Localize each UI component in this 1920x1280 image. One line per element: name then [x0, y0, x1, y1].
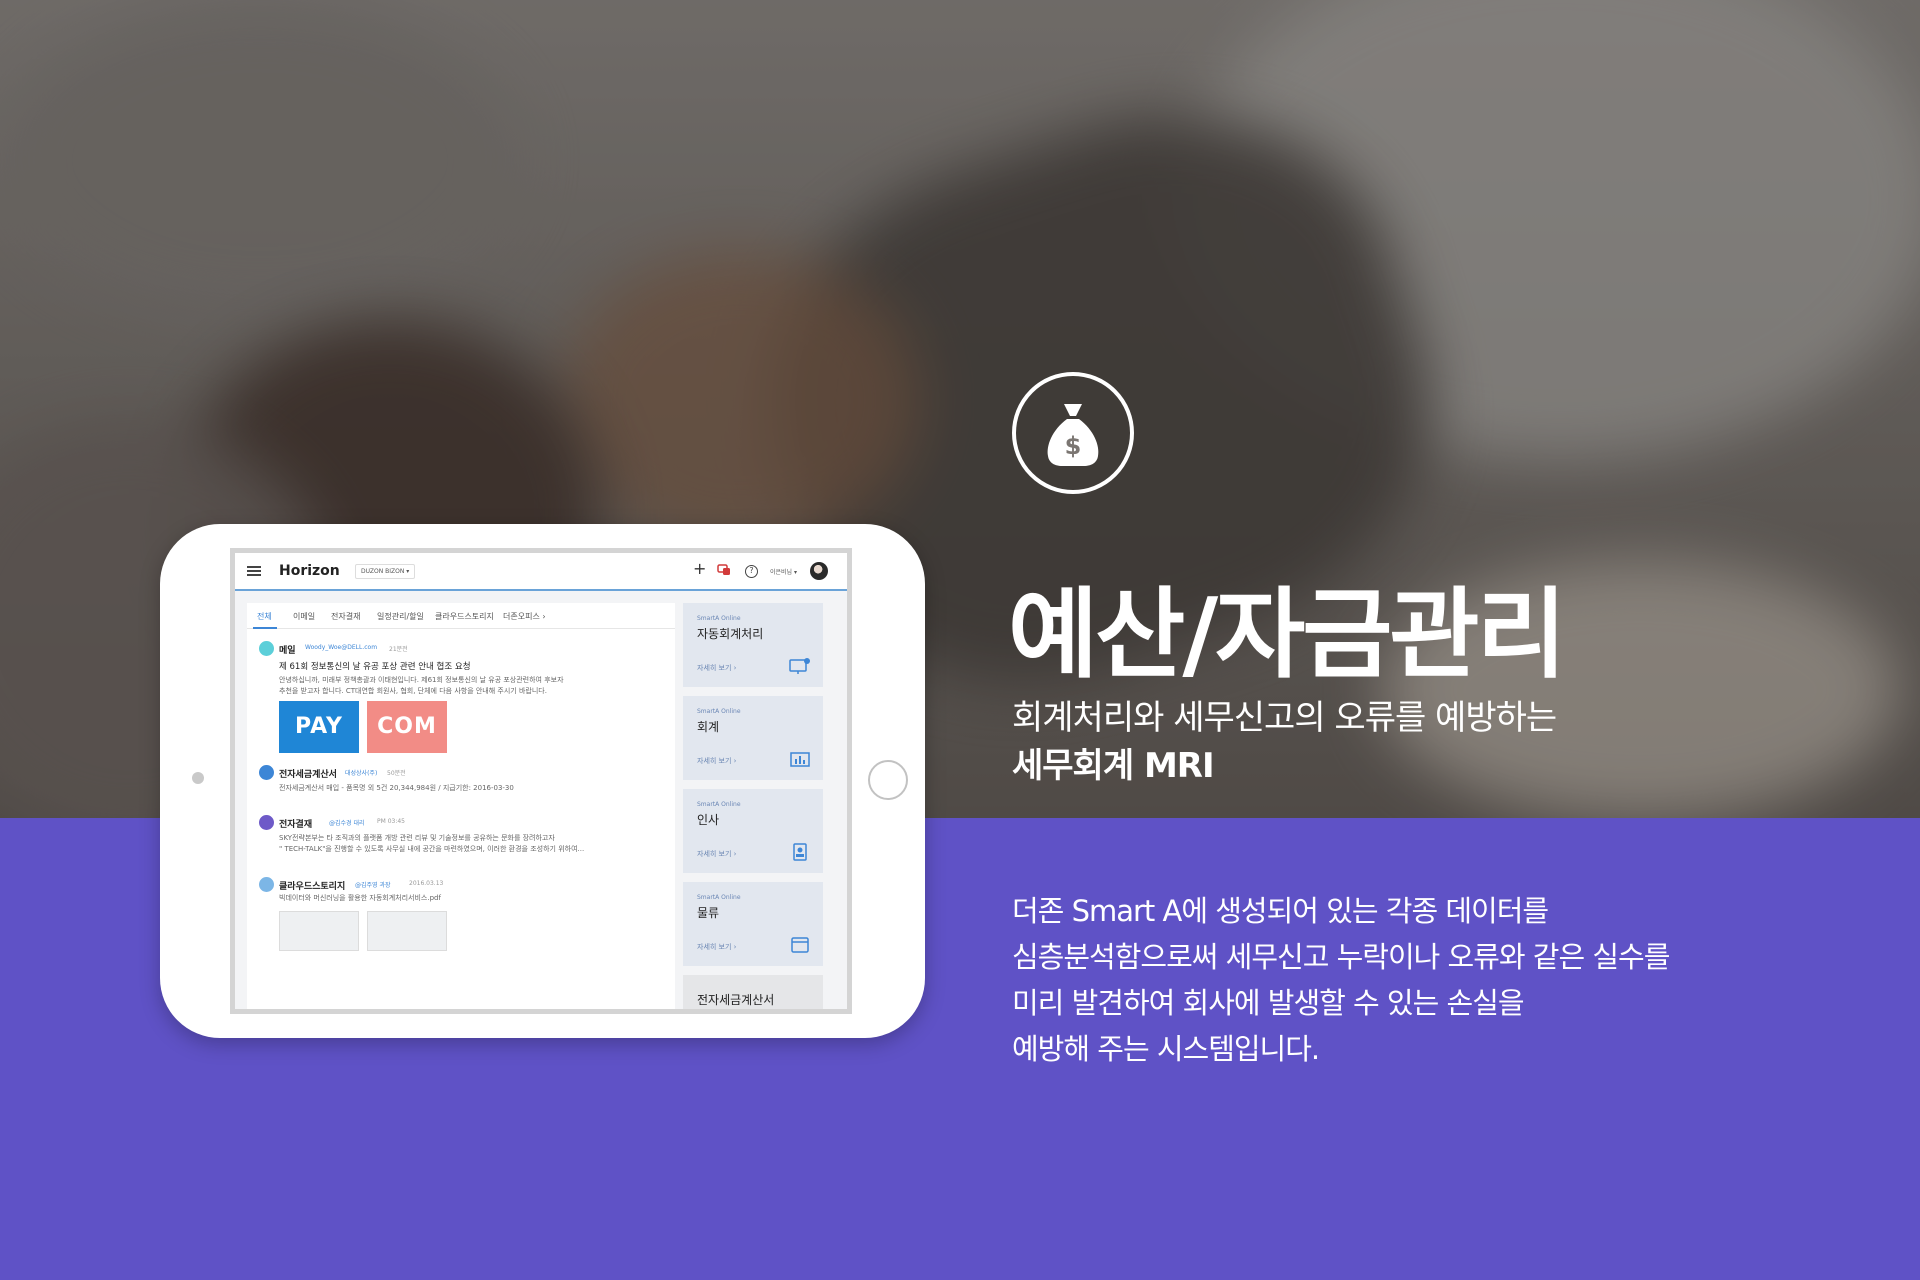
tab-cloud-storage[interactable]: 클라우드스토리지	[435, 611, 494, 622]
tablet-home-button	[868, 760, 908, 800]
feed-item-title: 메일	[279, 646, 296, 656]
feed-tabs: 전체 이메일 전자결재 일정관리/할일 클라우드스토리지 더존오피스 ›	[247, 603, 675, 629]
user-menu[interactable]: 이은비님 ▾	[770, 567, 797, 576]
feed-item-sender[interactable]: Woody_Woe@DELL.com	[305, 644, 377, 651]
mail-icon	[259, 641, 274, 656]
feed-item-title: 전자세금계산서	[279, 770, 337, 780]
cloud-icon	[259, 877, 274, 892]
feed-item-attachment-name[interactable]: 빅데이터와 머신러닝을 활용한 자동회계처리서비스.pdf	[279, 893, 441, 903]
active-tab-indicator	[253, 627, 277, 629]
card-accounting[interactable]: SmartA Online 회계 자세히 보기 ›	[683, 696, 823, 780]
card-detail-link[interactable]: 자세히 보기 ›	[697, 942, 736, 952]
tab-approval[interactable]: 전자결재	[331, 611, 360, 622]
avatar[interactable]	[810, 562, 828, 580]
tab-all[interactable]: 전체	[257, 611, 272, 622]
id-badge-icon	[793, 843, 807, 861]
attachment-thumbnail-com[interactable]: COM	[367, 701, 447, 753]
card-title: 전자세금계산서	[697, 993, 775, 1007]
description: 더존 Smart A에 생성되어 있는 각종 데이터를 심층분석함으로써 세무신…	[1012, 888, 1732, 1072]
feed-item-cloud-storage[interactable]: 클라우드스토리지 @김주영 과장 2016.03.13 빅데이터와 머신러닝을 …	[259, 877, 669, 997]
svg-text:$: $	[1065, 432, 1082, 460]
feed-item-tax-invoice[interactable]: 전자세금계산서 대성상사(주) 50분전 전자세금계산서 매입 - 품목명 외 …	[259, 765, 669, 801]
attachment-preview[interactable]	[279, 911, 359, 951]
bar-chart-icon	[790, 752, 810, 767]
card-auto-accounting[interactable]: SmartA Online 자동회계처리 자세히 보기 ›	[683, 603, 823, 687]
card-detail-link[interactable]: 자세히 보기 ›	[697, 663, 736, 673]
monitor-gear-icon	[789, 658, 810, 674]
tablet-camera	[192, 772, 204, 784]
subtitle-line-2: 세무회계 MRI	[1012, 746, 1215, 786]
card-kicker: SmartA Online	[697, 801, 741, 808]
card-tax-invoice[interactable]: 전자세금계산서	[683, 975, 823, 1009]
card-title: 회계	[697, 720, 720, 734]
page-title: 예산/자금관리	[1008, 578, 1567, 692]
tab-email[interactable]: 이메일	[293, 611, 315, 622]
app-topbar: Horizon DUZON BIZON ▾ + ? 이은비님 ▾	[235, 553, 847, 591]
box-icon	[791, 937, 809, 953]
description-line: 예방해 주는 시스템입니다.	[1012, 1032, 1320, 1066]
help-icon[interactable]: ?	[745, 565, 758, 578]
tab-schedule[interactable]: 일정관리/할일	[377, 611, 424, 622]
feed-item-sender[interactable]: 대성상사(주)	[345, 768, 377, 777]
card-detail-link[interactable]: 자세히 보기 ›	[697, 849, 736, 859]
feed-item-body: " TECH-TALK"을 진행할 수 있도록 사무실 내에 공간을 마련하였으…	[279, 845, 585, 853]
feed-item-time: 2016.03.13	[409, 880, 444, 887]
feed-item-approval[interactable]: 전자결재 @김수경 대리 PM 03:45 SKY전략본부는 타 조직과의 플랫…	[259, 815, 669, 863]
hamburger-menu-icon[interactable]	[247, 566, 261, 576]
description-line: 미리 발견하여 회사에 발생할 수 있는 손실을	[1012, 986, 1525, 1020]
feed-item-body: SKY전략본부는 타 조직과의 플랫폼 개방 관련 리뷰 및 기술정보를 공유하…	[279, 834, 555, 842]
feed-item-sender[interactable]: @김주영 과장	[355, 880, 391, 889]
description-line: 심층분석함으로써 세무신고 누락이나 오류와 같은 실수를	[1012, 940, 1670, 974]
card-hr[interactable]: SmartA Online 인사 자세히 보기 ›	[683, 789, 823, 873]
feed-item-sender[interactable]: @김수경 대리	[329, 818, 365, 827]
notification-icon[interactable]	[717, 564, 731, 576]
approval-icon	[259, 815, 274, 830]
card-title: 물류	[697, 906, 720, 920]
tab-duzon-office[interactable]: 더존오피스 ›	[503, 611, 546, 622]
attachment-thumbnail-pay[interactable]: PAY	[279, 701, 359, 753]
card-kicker: SmartA Online	[697, 708, 741, 715]
money-bag-icon: $	[1012, 372, 1134, 494]
tablet-mockup: Horizon DUZON BIZON ▾ + ? 이은비님 ▾ 전체 이메일 …	[160, 524, 925, 1038]
feed-item-body: 안녕하십니까, 미래부 정책총괄과 이태현입니다. 제61회 정보통신의 날 유…	[279, 676, 564, 684]
feed-item-mail[interactable]: 메일 Woody_Woe@DELL.com 21분전 제 61회 정보통신의 날…	[259, 641, 669, 753]
feed-panel: 전체 이메일 전자결재 일정관리/할일 클라우드스토리지 더존오피스 › 메일 …	[247, 603, 675, 1009]
tablet-screen: Horizon DUZON BIZON ▾ + ? 이은비님 ▾ 전체 이메일 …	[230, 548, 852, 1014]
card-title: 인사	[697, 813, 720, 827]
company-selector[interactable]: DUZON BIZON ▾	[355, 564, 416, 579]
feed-item-body: 전자세금계산서 매입 - 품목명 외 5건 20,344,984원 / 지급기한…	[279, 784, 514, 792]
feed-item-time: PM 03:45	[377, 818, 405, 825]
card-logistics[interactable]: SmartA Online 물류 자세히 보기 ›	[683, 882, 823, 966]
feed-item-time: 21분전	[389, 646, 408, 653]
plus-icon[interactable]: +	[693, 561, 706, 577]
app-brand[interactable]: Horizon	[279, 563, 340, 579]
card-title: 자동회계처리	[697, 627, 764, 641]
feed-item-title: 클라우드스토리지	[279, 882, 346, 892]
invoice-icon	[259, 765, 274, 780]
attachment-preview[interactable]	[367, 911, 447, 951]
feed-item-time: 50분전	[387, 770, 406, 777]
card-kicker: SmartA Online	[697, 894, 741, 901]
subtitle-line-1: 회계처리와 세무신고의 오류를 예방하는	[1012, 698, 1557, 738]
feed-item-subject: 제 61회 정보통신의 날 유공 포상 관련 안내 협조 요청	[279, 662, 471, 672]
card-kicker: SmartA Online	[697, 615, 741, 622]
feed-item-body: 추천을 받고자 합니다. CT대연합 회원사, 협회, 단체에 다음 사항을 안…	[279, 687, 547, 695]
card-detail-link[interactable]: 자세히 보기 ›	[697, 756, 736, 766]
description-line: 더존 Smart A에 생성되어 있는 각종 데이터를	[1012, 894, 1549, 928]
feed-item-title: 전자결재	[279, 820, 313, 830]
